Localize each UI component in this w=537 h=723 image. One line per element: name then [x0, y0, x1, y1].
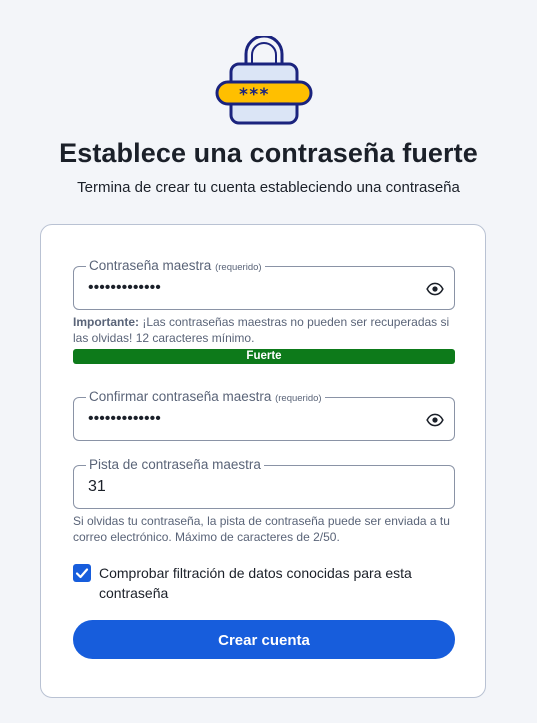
- checkmark-icon: [75, 568, 89, 579]
- password-hint-helper: Si olvidas tu contraseña, la pista de co…: [73, 514, 450, 544]
- illustration-text: ***__: [238, 85, 290, 105]
- important-note-bold: Importante:: [73, 315, 139, 329]
- password-hint-field[interactable]: Pista de contraseña maestra: [73, 457, 455, 509]
- form-card: Contraseña maestra (requerido) Important…: [40, 224, 486, 698]
- master-password-input[interactable]: [88, 277, 408, 299]
- confirm-password-label: Confirmar contraseña maestra: [89, 389, 272, 404]
- password-strength-label: Fuerte: [246, 350, 282, 362]
- confirm-password-legend: Confirmar contraseña maestra (requerido): [86, 389, 325, 407]
- page-title: Establece una contraseña fuerte: [59, 138, 478, 168]
- eye-icon[interactable]: [426, 280, 444, 298]
- password-hint-legend: Pista de contraseña maestra: [86, 457, 264, 473]
- password-strength-bar: Fuerte: [73, 349, 455, 364]
- breach-check-checkbox[interactable]: [73, 564, 91, 582]
- confirm-password-input[interactable]: [88, 408, 408, 430]
- password-hint-label: Pista de contraseña maestra: [89, 457, 261, 472]
- page-subtitle: Termina de crear tu cuenta estableciendo…: [77, 179, 460, 196]
- breach-check-label[interactable]: Comprobar filtración de datos conocidas …: [99, 563, 439, 603]
- confirm-password-field[interactable]: Confirmar contraseña maestra (requerido): [73, 389, 455, 441]
- confirm-password-required: (requerido): [275, 393, 322, 404]
- master-password-required: (requerido): [215, 262, 262, 273]
- lock-password-illustration: ***__: [215, 36, 313, 125]
- master-password-field[interactable]: Contraseña maestra (requerido): [73, 258, 455, 310]
- create-account-button[interactable]: Crear cuenta: [73, 620, 455, 659]
- master-password-legend: Contraseña maestra (requerido): [86, 258, 265, 276]
- password-hint-input[interactable]: [88, 476, 408, 498]
- eye-icon[interactable]: [426, 411, 444, 429]
- important-note: Importante: ¡Las contraseñas maestras no…: [73, 314, 463, 346]
- master-password-label: Contraseña maestra: [89, 258, 212, 273]
